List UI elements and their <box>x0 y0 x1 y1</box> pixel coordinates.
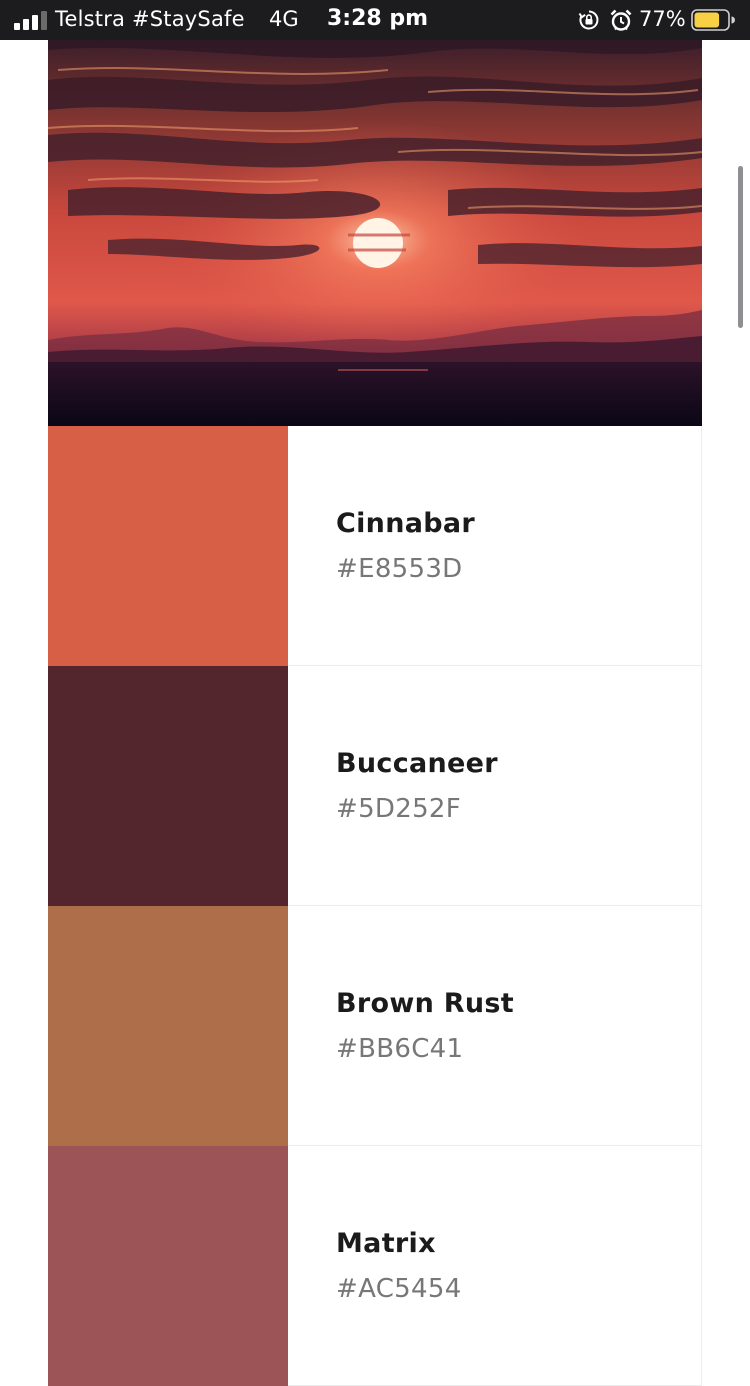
swatch-name: Cinnabar <box>336 508 475 539</box>
orientation-lock-icon <box>578 9 600 31</box>
status-time: 3:28 pm <box>327 6 429 31</box>
swatch-list: Cinnabar #E8553D Buccaneer #5D252F Brown… <box>48 426 702 1386</box>
sunset-photo <box>48 40 702 426</box>
swatch-row-brown-rust[interactable]: Brown Rust #BB6C41 <box>48 906 702 1146</box>
battery-fill <box>694 12 720 28</box>
swatch-name: Buccaneer <box>336 748 498 779</box>
swatch-hex: #BB6C41 <box>336 1034 464 1064</box>
swatch-hex: #5D252F <box>336 794 462 824</box>
status-bar: Telstra #StaySafe 4G 3:28 pm 77% <box>0 0 750 40</box>
swatch-color[interactable] <box>48 666 288 906</box>
swatch-color[interactable] <box>48 426 288 666</box>
swatch-name: Matrix <box>336 1228 436 1259</box>
swatch-row-cinnabar[interactable]: Cinnabar #E8553D <box>48 426 702 666</box>
scroll-indicator[interactable] <box>738 166 743 328</box>
alarm-icon <box>609 8 633 32</box>
swatch-hex: #E8553D <box>336 554 463 584</box>
battery-icon <box>691 9 735 31</box>
swatch-row-buccaneer[interactable]: Buccaneer #5D252F <box>48 666 702 906</box>
swatch-color[interactable] <box>48 906 288 1146</box>
battery-percent: 77% <box>639 7 686 31</box>
network-type: 4G <box>269 7 299 31</box>
swatch-hex: #AC5454 <box>336 1274 462 1304</box>
swatch-name: Brown Rust <box>336 988 514 1019</box>
signal-icon <box>14 10 48 30</box>
carrier-name: Telstra #StaySafe <box>55 7 245 31</box>
swatch-row-matrix[interactable]: Matrix #AC5454 <box>48 1146 702 1386</box>
swatch-color[interactable] <box>48 1146 288 1386</box>
